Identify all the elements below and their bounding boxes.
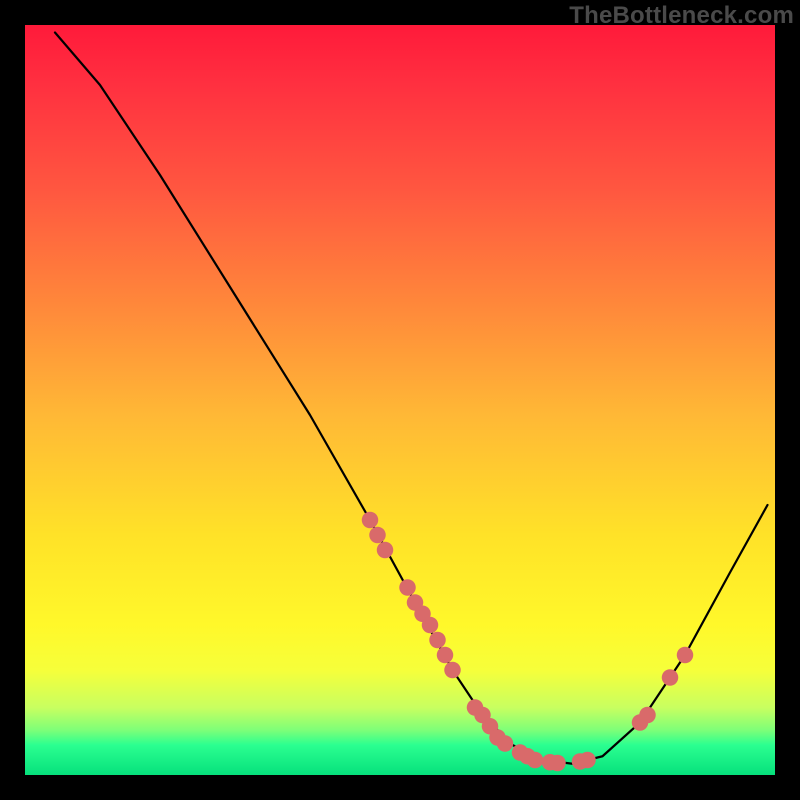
data-point: [549, 755, 566, 772]
data-point: [429, 632, 446, 649]
chart-svg: [25, 25, 775, 775]
data-point: [662, 669, 679, 686]
bottleneck-curve: [55, 33, 768, 764]
data-point: [422, 617, 439, 634]
data-point: [362, 512, 379, 529]
chart-area: [25, 25, 775, 775]
data-point: [639, 707, 656, 724]
data-point: [444, 662, 461, 679]
data-point: [437, 647, 454, 664]
data-point: [377, 542, 394, 559]
data-point: [369, 527, 386, 544]
data-point: [527, 752, 544, 769]
data-point: [399, 579, 416, 596]
scatter-points: [362, 512, 694, 772]
data-point: [677, 647, 694, 664]
data-point: [497, 735, 514, 751]
data-point: [579, 752, 596, 769]
